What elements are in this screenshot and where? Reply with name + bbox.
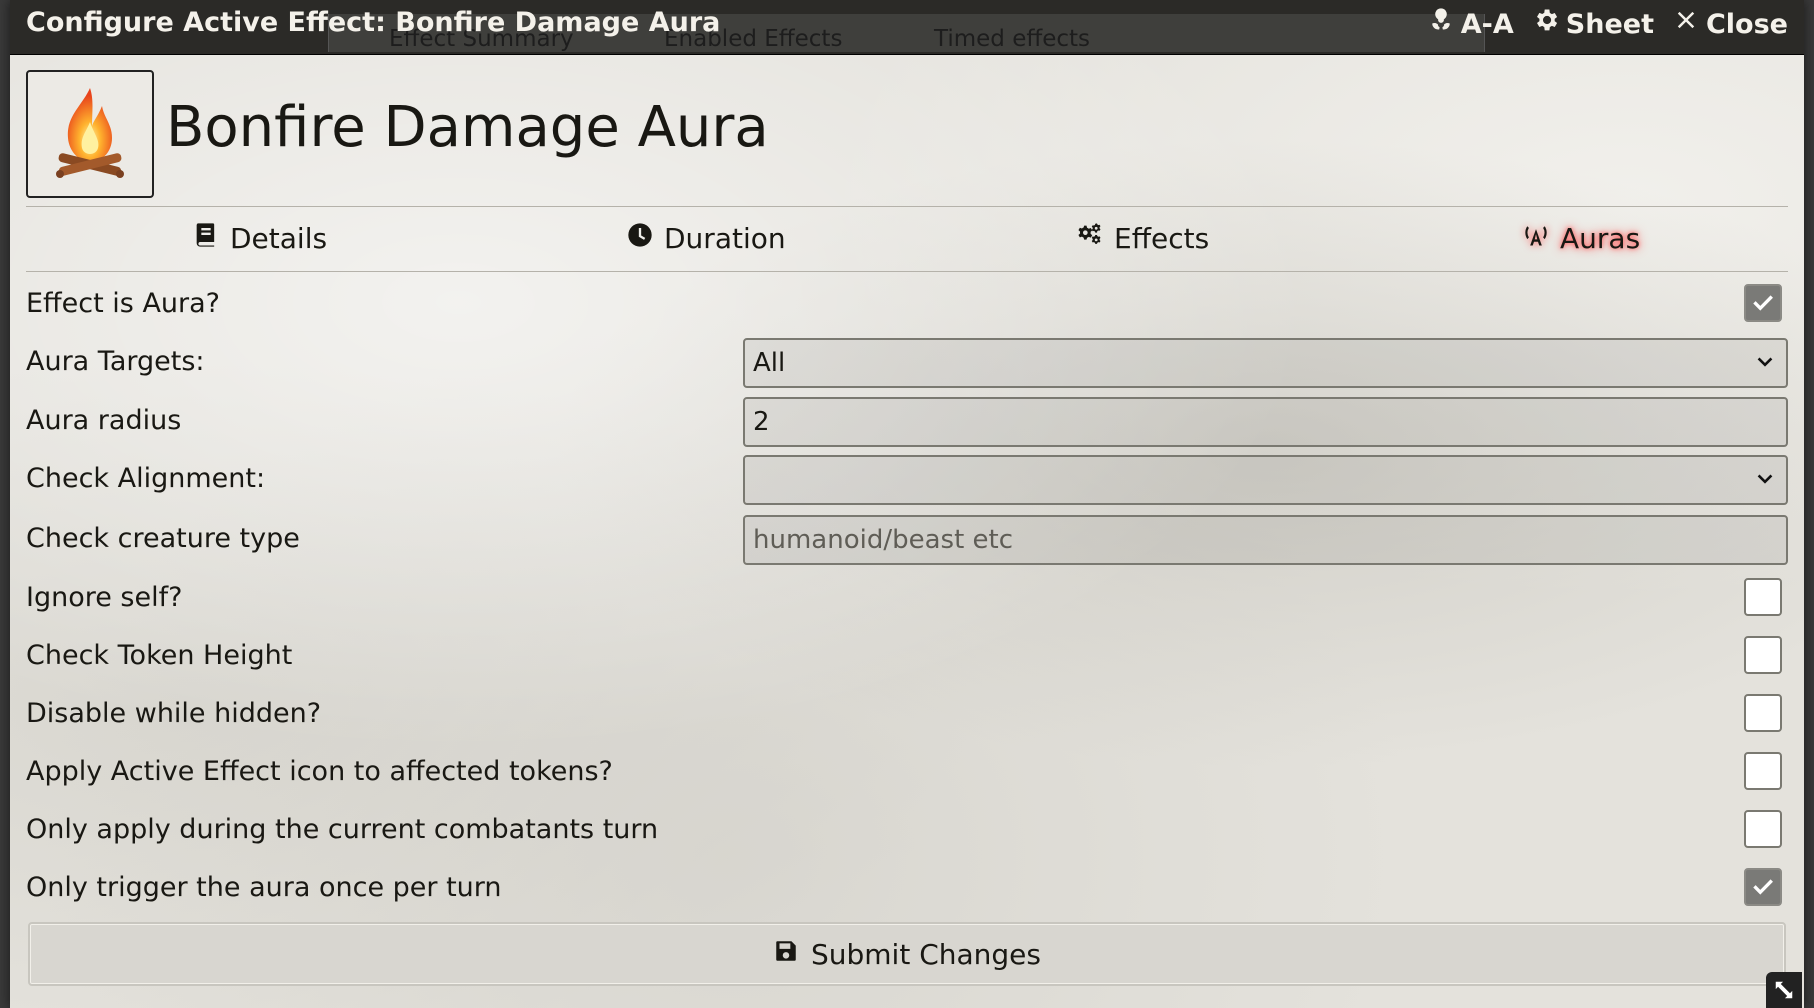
effect-header: Bonfire Damage Aura <box>26 70 1788 198</box>
aura-targets-value: All <box>753 348 786 378</box>
disable-while-hidden-label: Disable while hidden? <box>26 698 322 729</box>
resize-handle[interactable] <box>1766 972 1802 1008</box>
aura-radius-input[interactable]: 2 <box>743 397 1788 447</box>
a-a-label: A-A <box>1460 8 1514 40</box>
tab-effects-label: Effects <box>1114 222 1210 255</box>
check-icon <box>1753 879 1773 895</box>
tab-effects[interactable]: Effects <box>1076 221 1209 256</box>
close-button[interactable]: Close <box>1672 6 1788 43</box>
sheet-button[interactable]: Sheet <box>1532 6 1654 43</box>
tab-details[interactable]: Details <box>192 221 327 256</box>
close-icon <box>1672 6 1700 43</box>
cogs-icon <box>1076 221 1104 256</box>
once-per-turn-label: Only trigger the aura once per turn <box>26 872 502 903</box>
window-title: Configure Active Effect: Bonfire Damage … <box>26 7 721 38</box>
effect-name: Bonfire Damage Aura <box>166 95 769 160</box>
aura-radius-label: Aura radius <box>26 405 182 436</box>
submit-changes-button[interactable]: Submit Changes <box>28 922 1786 986</box>
only-current-turn-checkbox[interactable] <box>1744 810 1782 848</box>
form-row-aura-radius: Aura radius 2 <box>26 397 1788 449</box>
form-row-disable-while-hidden: Disable while hidden? <box>26 690 1788 742</box>
configure-effect-window: Effect Summary Enabled Effects Timed eff… <box>10 0 1804 1008</box>
aura-targets-label: Aura Targets: <box>26 346 205 377</box>
apply-icon-label: Apply Active Effect icon to affected tok… <box>26 756 613 787</box>
save-icon <box>773 938 799 971</box>
form-row-effect-is-aura: Effect is Aura? <box>26 280 1788 332</box>
effect-image[interactable] <box>26 70 154 198</box>
form-row-ignore-self: Ignore self? <box>26 574 1788 626</box>
once-per-turn-checkbox[interactable] <box>1744 868 1782 906</box>
window-header[interactable]: Effect Summary Enabled Effects Timed eff… <box>10 0 1804 55</box>
tab-duration-label: Duration <box>664 222 786 255</box>
biohazard-icon <box>1427 6 1455 43</box>
check-creature-type-placeholder: humanoid/beast etc <box>753 525 1014 555</box>
tab-auras[interactable]: Auras <box>1522 221 1640 256</box>
bonfire-icon <box>56 88 124 178</box>
ignore-self-checkbox[interactable] <box>1744 578 1782 616</box>
broadcast-icon <box>1522 221 1550 256</box>
gear-icon <box>1532 6 1560 43</box>
only-current-turn-label: Only apply during the current combatants… <box>26 814 659 845</box>
ignore-self-label: Ignore self? <box>26 582 183 613</box>
form-row-apply-icon: Apply Active Effect icon to affected tok… <box>26 748 1788 800</box>
check-token-height-label: Check Token Height <box>26 640 293 671</box>
tab-duration[interactable]: Duration <box>626 221 786 256</box>
chevron-down-icon <box>1757 357 1773 367</box>
tab-details-label: Details <box>230 222 328 255</box>
effect-is-aura-checkbox[interactable] <box>1744 284 1782 322</box>
form-row-check-alignment: Check Alignment: <box>26 455 1788 507</box>
sheet-label: Sheet <box>1565 8 1654 40</box>
check-creature-type-input[interactable]: humanoid/beast etc <box>743 515 1788 565</box>
check-creature-type-label: Check creature type <box>26 523 300 554</box>
book-icon <box>192 221 220 256</box>
chevron-down-icon <box>1757 474 1773 484</box>
resize-icon <box>1775 981 1793 999</box>
submit-changes-label: Submit Changes <box>810 937 1041 971</box>
background-tab-timed-effects: Timed effects <box>934 26 1090 52</box>
check-alignment-label: Check Alignment: <box>26 463 266 494</box>
a-a-button[interactable]: A-A <box>1427 6 1514 43</box>
effect-is-aura-label: Effect is Aura? <box>26 288 220 319</box>
aura-radius-value: 2 <box>753 407 770 437</box>
check-token-height-checkbox[interactable] <box>1744 636 1782 674</box>
disable-while-hidden-checkbox[interactable] <box>1744 694 1782 732</box>
clock-icon <box>626 221 654 256</box>
form-row-once-per-turn: Only trigger the aura once per turn <box>26 864 1788 916</box>
form-row-check-creature-type: Check creature type humanoid/beast etc <box>26 515 1788 567</box>
form-row-only-current-turn: Only apply during the current combatants… <box>26 806 1788 858</box>
close-label: Close <box>1705 8 1788 40</box>
tab-auras-label: Auras <box>1560 222 1641 255</box>
check-alignment-select[interactable] <box>743 455 1788 505</box>
form-row-aura-targets: Aura Targets: All <box>26 338 1788 390</box>
form-row-check-token-height: Check Token Height <box>26 632 1788 684</box>
apply-icon-checkbox[interactable] <box>1744 752 1782 790</box>
check-icon <box>1753 295 1773 311</box>
header-controls: A-A Sheet Close <box>1427 6 1788 43</box>
sheet-tabs: Details Duration Effects Auras <box>26 206 1788 272</box>
aura-targets-select[interactable]: All <box>743 338 1788 388</box>
